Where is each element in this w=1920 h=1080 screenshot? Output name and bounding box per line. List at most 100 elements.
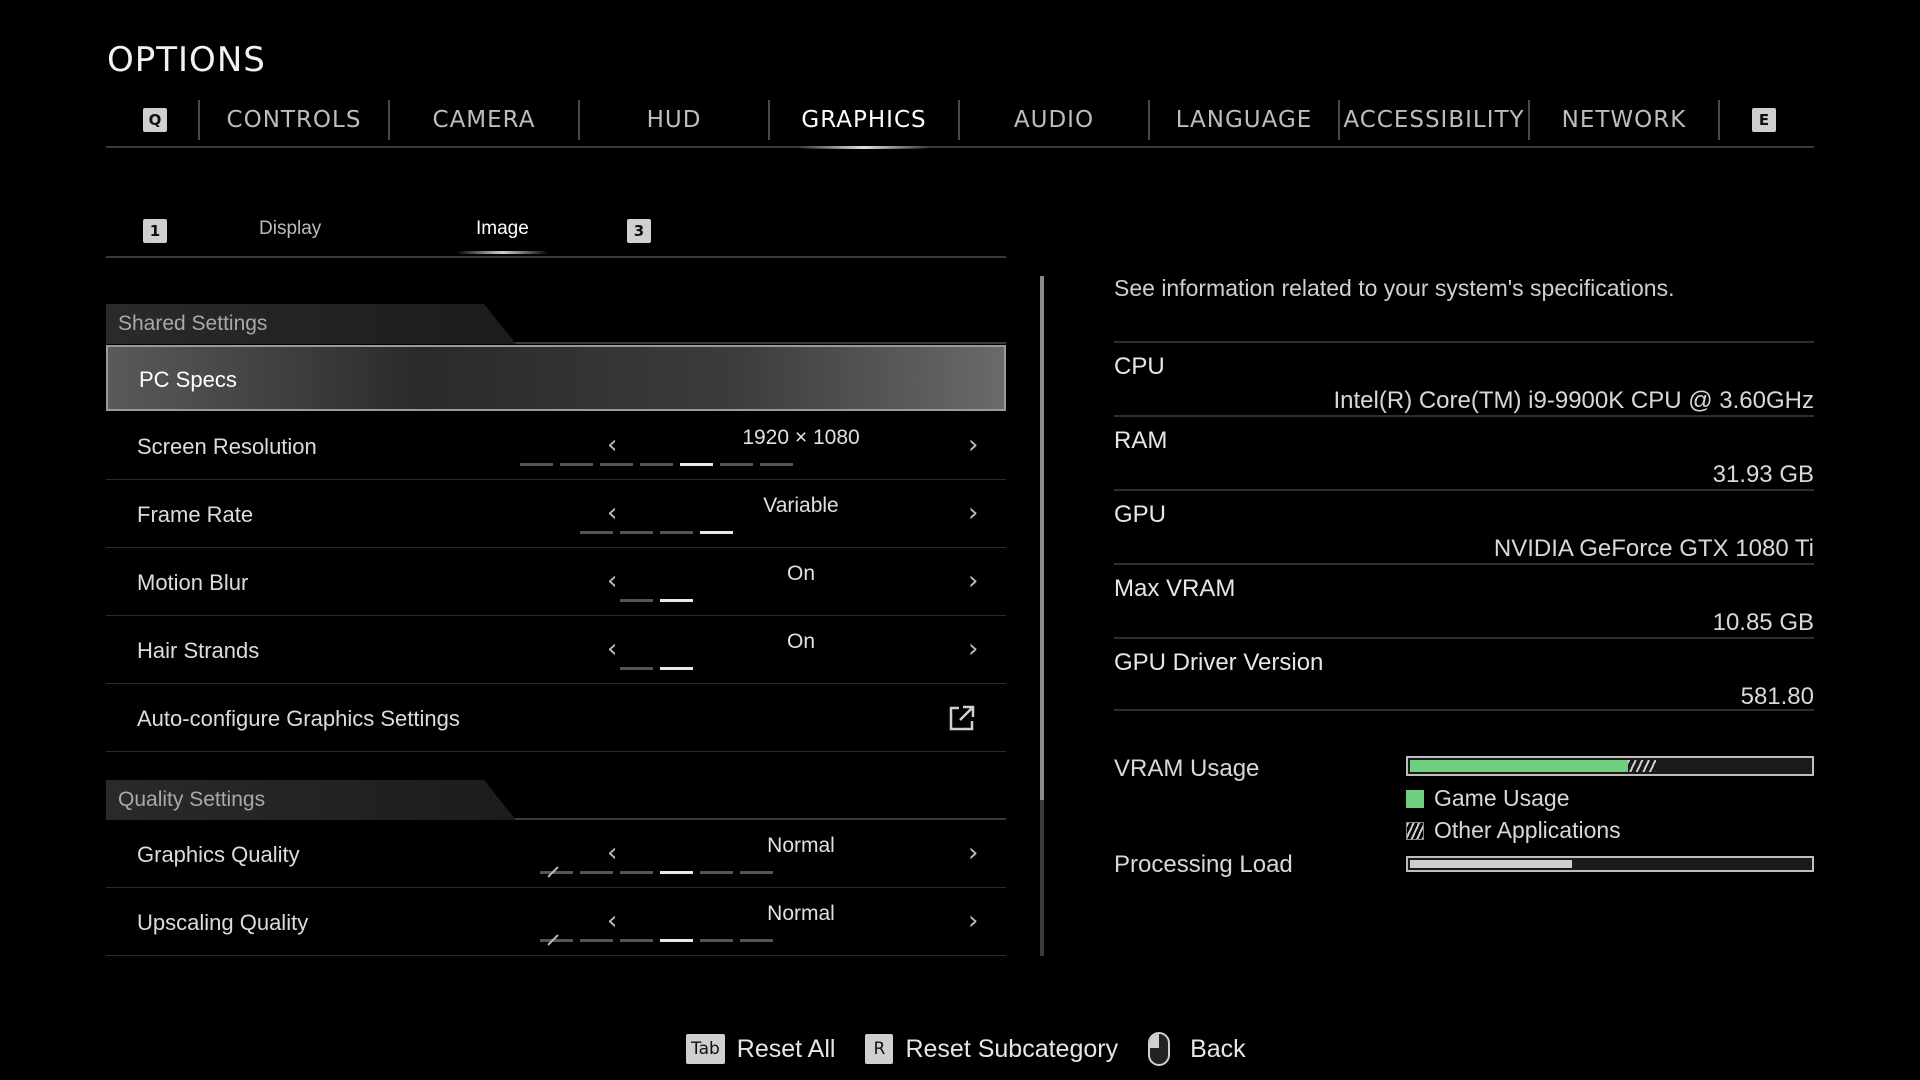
setting-value: Normal [767,902,835,925]
value-indicator [106,939,1006,942]
setting-value: On [786,562,815,585]
scrollbar[interactable] [1040,276,1044,956]
indicator-pip [579,939,613,942]
prev-subtab-key-icon[interactable]: 1 [143,219,167,243]
upscaling-quality-row[interactable]: Upscaling Quality ‹ Normal › [106,888,1006,956]
setting-label: Upscaling Quality [137,910,309,935]
value-indicator [106,531,1006,534]
chevron-left-icon[interactable]: ‹ [607,498,617,528]
top-tab-bar: Q CONTROLS CAMERA HUD GRAPHICS AUDIO LAN… [106,100,1814,148]
indicator-pip [659,531,693,534]
indicator-pip [659,871,693,874]
game-usage-swatch [1406,789,1424,808]
indicator-pip [539,939,573,942]
shared-settings-header: Shared Settings [106,304,1006,344]
vram-other-fill [1628,760,1656,772]
spec-value: 10.85 GB [1712,609,1814,636]
legend-other-apps: Other Applications [1406,817,1621,844]
scrollbar-thumb[interactable] [1040,276,1044,800]
chevron-left-icon[interactable]: ‹ [607,566,617,596]
chevron-right-icon[interactable]: › [968,634,978,664]
processing-load-bar [1406,856,1814,872]
section-title: Shared Settings [106,304,516,344]
indicator-pip [659,599,693,602]
indicator-pip [699,939,733,942]
tab-controls[interactable]: CONTROLS [200,100,388,140]
tab-language[interactable]: LANGUAGE [1150,100,1338,140]
indicator-pip [599,463,633,466]
chevron-left-icon[interactable]: ‹ [607,838,617,868]
indicator-pip [679,463,713,466]
tab-network[interactable]: NETWORK [1530,100,1718,140]
chevron-right-icon[interactable]: › [968,906,978,936]
spec-key: GPU [1114,501,1167,528]
setting-value: Normal [767,834,835,857]
motion-blur-row[interactable]: Motion Blur ‹ On › [106,548,1006,616]
reset-subcategory-label: Reset Subcategory [905,1034,1119,1063]
subtab-image[interactable]: Image [456,218,549,254]
external-link-icon[interactable] [948,704,976,732]
tab-graphics[interactable]: GRAPHICS [770,100,958,140]
spec-value: 31.93 GB [1712,461,1814,488]
indicator-pip [579,871,613,874]
frame-rate-row[interactable]: Frame Rate ‹ Variable › [106,480,1006,548]
indicator-pip [619,939,653,942]
chevron-right-icon[interactable]: › [968,430,978,460]
next-subtab-key-icon[interactable]: 3 [627,219,651,243]
reset-subcategory-button[interactable]: R Reset Subcategory [865,1034,1118,1064]
tab-hud[interactable]: HUD [580,100,768,140]
indicator-pip [539,871,573,874]
setting-value: 1920 × 1080 [742,426,860,449]
indicator-pip [759,463,793,466]
auto-configure-row[interactable]: Auto-configure Graphics Settings [106,684,1006,752]
back-button[interactable]: Back [1148,1032,1246,1066]
value-indicator [106,871,1006,874]
reset-all-button[interactable]: Tab Reset All [686,1034,835,1064]
pc-specs-row[interactable]: PC Specs [106,345,1006,411]
chevron-left-icon[interactable]: ‹ [607,906,617,936]
page-title: OPTIONS [107,40,266,80]
mouse-icon [1148,1032,1171,1066]
other-apps-swatch [1406,821,1424,840]
tab-camera[interactable]: CAMERA [390,100,578,140]
reset-all-label: Reset All [736,1034,836,1063]
processing-load-fill [1410,860,1572,868]
chevron-right-icon[interactable]: › [968,498,978,528]
tab-accessibility[interactable]: ACCESSIBILITY [1340,100,1528,140]
processing-load-label: Processing Load [1114,851,1293,878]
legend-game-usage: Game Usage [1406,785,1570,812]
graphics-quality-row[interactable]: Graphics Quality ‹ Normal › [106,820,1006,888]
next-tab-key-icon[interactable]: E [1752,108,1776,132]
chevron-left-icon[interactable]: ‹ [607,430,617,460]
indicator-pip [659,939,693,942]
pc-specs-description: See information related to your system's… [1114,275,1675,301]
footer-actions: Tab Reset All R Reset Subcategory Back [686,1032,1276,1066]
indicator-pip [739,939,773,942]
back-label: Back [1190,1034,1246,1063]
setting-value: On [786,630,815,653]
sub-tab-bar: 1 Display Image 3 [106,212,1006,258]
spec-ram: RAM 31.93 GB [1114,415,1814,489]
spec-max-vram: Max VRAM 10.85 GB [1114,563,1814,637]
spec-key: CPU [1114,353,1165,380]
spec-gpu-driver: GPU Driver Version 581.80 [1114,637,1814,711]
value-indicator [106,599,1006,602]
prev-tab-key-icon[interactable]: Q [143,108,167,132]
legend-label: Other Applications [1434,817,1621,843]
screen-resolution-row[interactable]: Screen Resolution ‹ 1920 × 1080 › [106,412,1006,480]
indicator-pip [639,463,673,466]
tab-audio[interactable]: AUDIO [960,100,1148,140]
vram-game-fill [1410,760,1628,772]
setting-label: Motion Blur [137,570,249,595]
hair-strands-row[interactable]: Hair Strands ‹ On › [106,616,1006,684]
subtab-display[interactable]: Display [259,218,321,240]
indicator-pip [619,531,653,534]
setting-label: Screen Resolution [137,434,317,459]
chevron-right-icon[interactable]: › [968,838,978,868]
indicator-pip [619,667,653,670]
indicator-pip [579,531,613,534]
chevron-left-icon[interactable]: ‹ [607,634,617,664]
indicator-pip [699,531,733,534]
chevron-right-icon[interactable]: › [968,566,978,596]
quality-settings-header: Quality Settings [106,780,1006,820]
